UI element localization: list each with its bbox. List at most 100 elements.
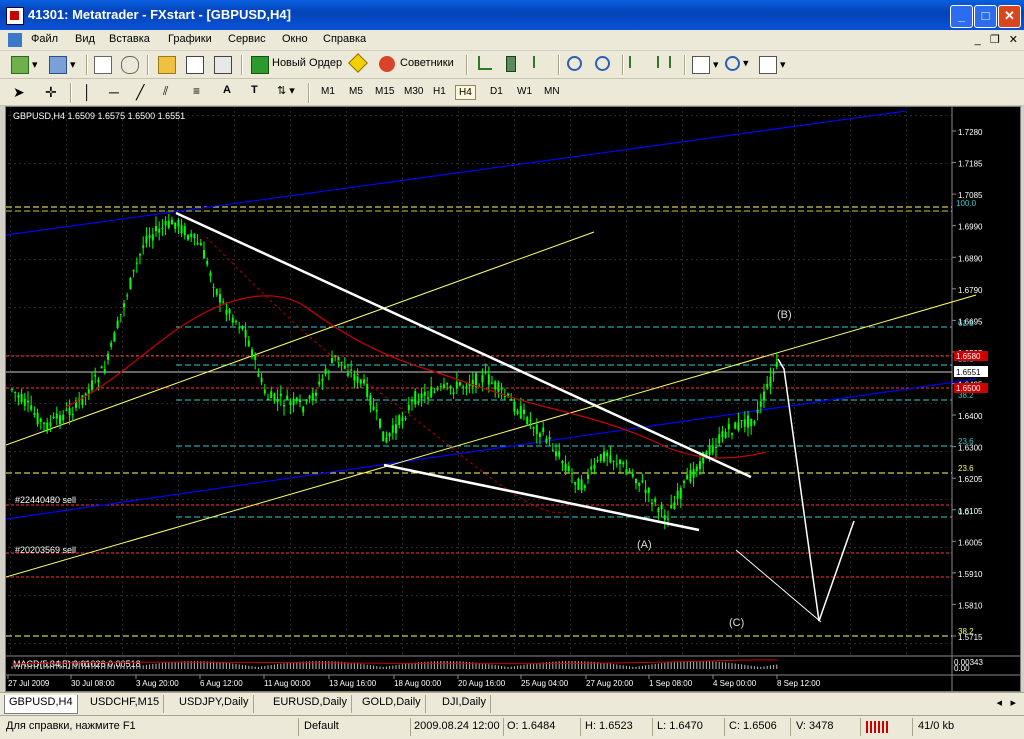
tab-scroll-right-icon[interactable]: ▸ (1010, 696, 1016, 709)
candle-body (49, 422, 52, 426)
candle-body (276, 398, 279, 403)
tab-eurusd-daily[interactable]: EURUSD,Daily (269, 695, 352, 713)
candle-body (39, 418, 42, 422)
tab-gbpusd-h4[interactable]: GBPUSD,H4 (4, 695, 78, 714)
candle-body (321, 378, 324, 382)
bar-chart-icon[interactable] (477, 55, 493, 77)
tab-scroll-left-icon[interactable]: ◂ (996, 696, 1002, 709)
tf-h1[interactable]: H1 (430, 85, 449, 98)
chart-window[interactable]: GBPUSD,H4 1.6509 1.6575 1.6500 1.6551 #2… (5, 106, 1021, 692)
expert-advisors-label: Советники (400, 57, 454, 69)
candle-body (750, 418, 753, 427)
candle-body (196, 242, 199, 245)
tab-usdjpy-daily[interactable]: USDJPY,Daily (175, 695, 254, 713)
tab-usdchf-m15[interactable]: USDCHF,M15 (86, 695, 165, 713)
tab-dji-daily[interactable]: DJI,Daily (438, 695, 492, 713)
menu-file[interactable]: Файл (31, 33, 58, 45)
candle-body (699, 461, 701, 470)
tf-w1[interactable]: W1 (514, 85, 535, 98)
menu-charts[interactable]: Графики (168, 33, 212, 45)
status-high: H: 1.6523 (585, 720, 633, 732)
price-label: 1.7185 (958, 160, 983, 169)
candle-body (116, 320, 119, 329)
candle-body (11, 389, 13, 391)
candle-body (142, 245, 145, 248)
navigator-icon[interactable] (157, 55, 177, 77)
mdi-close-button[interactable]: ✕ (1009, 34, 1018, 46)
metaeditor-icon[interactable] (348, 53, 368, 77)
zoom-out-icon[interactable] (594, 55, 611, 77)
cursor-icon[interactable]: ➤ (12, 83, 26, 105)
candle-body (167, 220, 170, 228)
tf-d1[interactable]: D1 (487, 85, 506, 98)
price-label: 1.6005 (958, 538, 983, 547)
crosshair-icon[interactable]: ✛ (44, 83, 58, 105)
channel-icon[interactable]: ⫽ (162, 83, 169, 105)
templates-button[interactable]: ▾ (758, 55, 787, 77)
tf-m15[interactable]: M15 (372, 85, 397, 98)
indicators-button[interactable]: ▾ (691, 55, 720, 77)
text-label-icon[interactable]: T (250, 83, 259, 105)
candle-body (366, 383, 369, 397)
candle-body (263, 389, 266, 394)
arrows-icon[interactable]: ⇅ ▾ (276, 83, 296, 105)
time-label: 3 Aug 20:00 (136, 679, 179, 688)
candle-body (318, 381, 321, 385)
fib-label-23-b: 23.6 (958, 464, 974, 473)
tf-m30[interactable]: M30 (401, 85, 426, 98)
candle-body (695, 466, 698, 471)
candlestick-chart-icon[interactable] (505, 55, 517, 77)
tester-icon[interactable] (213, 55, 233, 77)
candle-body (350, 369, 353, 371)
menu-insert[interactable]: Вставка (109, 33, 150, 45)
fibonacci-icon[interactable]: ≡ (192, 83, 201, 105)
horizontal-line-icon[interactable]: ─ (108, 83, 120, 105)
candle-body (20, 393, 23, 403)
close-button[interactable]: ✕ (998, 5, 1021, 28)
mdi-restore-button[interactable]: ❐ (990, 34, 1000, 46)
menu-window[interactable]: Окно (282, 33, 308, 45)
candle-body (139, 253, 141, 256)
maximize-button[interactable]: □ (974, 5, 997, 28)
candle-body (254, 355, 257, 360)
mdi-minimize-button[interactable]: _ (975, 34, 981, 46)
market-watch-button[interactable] (93, 55, 113, 77)
time-label: 13 Aug 16:00 (329, 679, 377, 688)
terminal-icon[interactable] (185, 55, 205, 77)
price-label: 1.7085 (958, 191, 983, 200)
zoom-in-icon[interactable] (566, 55, 583, 77)
tab-gold-daily[interactable]: GOLD,Daily (358, 695, 426, 713)
price-tag-red-2-label: 1.6500 (956, 384, 981, 393)
menu-view[interactable]: Вид (75, 33, 95, 45)
line-chart-icon[interactable] (532, 55, 548, 77)
tf-mn[interactable]: MN (541, 85, 563, 98)
tf-h4[interactable]: H4 (455, 85, 476, 100)
current-price-tag-label: 1.6551 (956, 368, 981, 377)
candle-body (155, 226, 157, 232)
auto-scroll-icon[interactable] (628, 55, 642, 77)
text-icon[interactable]: A (222, 83, 232, 105)
candle-body (644, 489, 647, 494)
menu-help[interactable]: Справка (323, 33, 366, 45)
price-label: 1.5715 (958, 633, 983, 642)
candle-body (283, 405, 285, 407)
vertical-line-icon[interactable]: │ (82, 83, 93, 105)
candle-body (747, 415, 749, 428)
new-chart-button[interactable]: ▾ (10, 55, 39, 77)
tf-m5[interactable]: M5 (346, 85, 366, 98)
data-window-icon[interactable] (120, 55, 140, 77)
candle-body (52, 416, 55, 419)
candle-body (657, 508, 660, 513)
candle-body (311, 393, 314, 401)
tf-m1[interactable]: M1 (318, 85, 338, 98)
candle-body (340, 361, 343, 364)
periods-button[interactable]: ▾ (724, 55, 750, 77)
price-label: 1.6890 (958, 254, 983, 263)
connection-indicator-icon[interactable] (866, 721, 890, 733)
chart-shift-icon[interactable] (656, 55, 672, 77)
drawing-toolbar: ➤ ✛ │ ─ ╱ ⫽ ≡ A T ⇅ ▾ M1 M5 M15 M30 H1 H… (0, 79, 1024, 106)
trendline-icon[interactable]: ╱ (135, 83, 145, 105)
minimize-button[interactable]: _ (950, 5, 973, 28)
menu-tools[interactable]: Сервис (228, 33, 266, 45)
profiles-button[interactable]: ▾ (48, 55, 77, 77)
